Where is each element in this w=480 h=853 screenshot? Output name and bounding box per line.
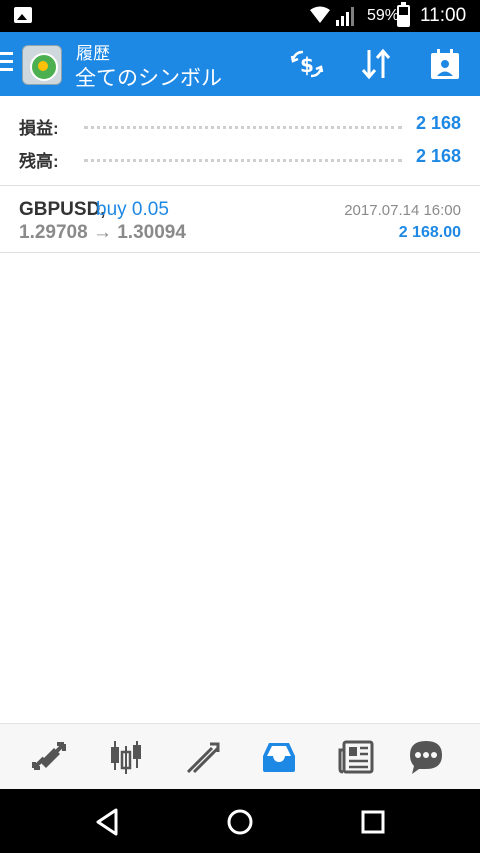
summary-value: 2 168 — [415, 113, 461, 133]
trade-time: 2017.07.14 16:00 — [344, 202, 461, 219]
app-logo[interactable] — [22, 45, 62, 85]
quotes-icon[interactable] — [30, 738, 68, 776]
recent-apps-icon[interactable] — [356, 805, 390, 839]
summary-label: 損益: — [19, 119, 59, 138]
clock: 11:00 — [420, 5, 467, 26]
chart-icon[interactable] — [107, 738, 145, 776]
home-icon[interactable] — [223, 805, 257, 839]
trade-prices: 1.29708 → 1.30094 — [19, 222, 186, 243]
calendar-icon[interactable] — [427, 46, 463, 82]
battery-icon — [397, 2, 410, 27]
app-bar: 履歴 全てのシンボル $ — [0, 32, 480, 96]
history-summary: 損益: 2 168 残高: 2 168 — [0, 96, 480, 186]
svg-text:$: $ — [300, 53, 314, 77]
bottom-nav — [0, 723, 480, 789]
dotted-leader — [84, 159, 402, 162]
history-icon[interactable] — [260, 738, 298, 776]
trade-symbol: GBPUSD, — [19, 199, 106, 220]
signal-icon — [336, 7, 354, 26]
summary-row-balance: 残高: 2 168 — [0, 143, 480, 173]
symbol-filter[interactable]: 全てのシンボル — [75, 62, 222, 92]
menu-icon[interactable] — [0, 52, 13, 74]
summary-label: 残高: — [19, 152, 59, 171]
summary-value: 2 168 — [415, 146, 461, 166]
summary-row-profit: 損益: 2 168 — [0, 110, 480, 140]
trade-direction: buy 0.05 — [96, 199, 169, 220]
page-title: 履歴 — [76, 44, 110, 63]
status-bar: 59% 11:00 — [0, 0, 480, 32]
trade-icon[interactable] — [184, 738, 222, 776]
currency-exchange-icon[interactable]: $ — [289, 46, 325, 82]
back-icon[interactable] — [90, 805, 124, 839]
trade-profit: 2 168.00 — [398, 224, 461, 241]
chat-icon[interactable] — [407, 738, 445, 776]
system-nav-bar — [0, 789, 480, 853]
gallery-icon — [14, 7, 32, 23]
dotted-leader — [84, 126, 402, 129]
news-icon[interactable] — [337, 738, 375, 776]
trade-row[interactable]: GBPUSD, buy 0.05 1.29708 → 1.30094 2017.… — [0, 187, 480, 253]
battery-percent: 59% — [367, 7, 400, 24]
sort-icon[interactable] — [358, 46, 394, 82]
wifi-icon — [310, 6, 330, 23]
